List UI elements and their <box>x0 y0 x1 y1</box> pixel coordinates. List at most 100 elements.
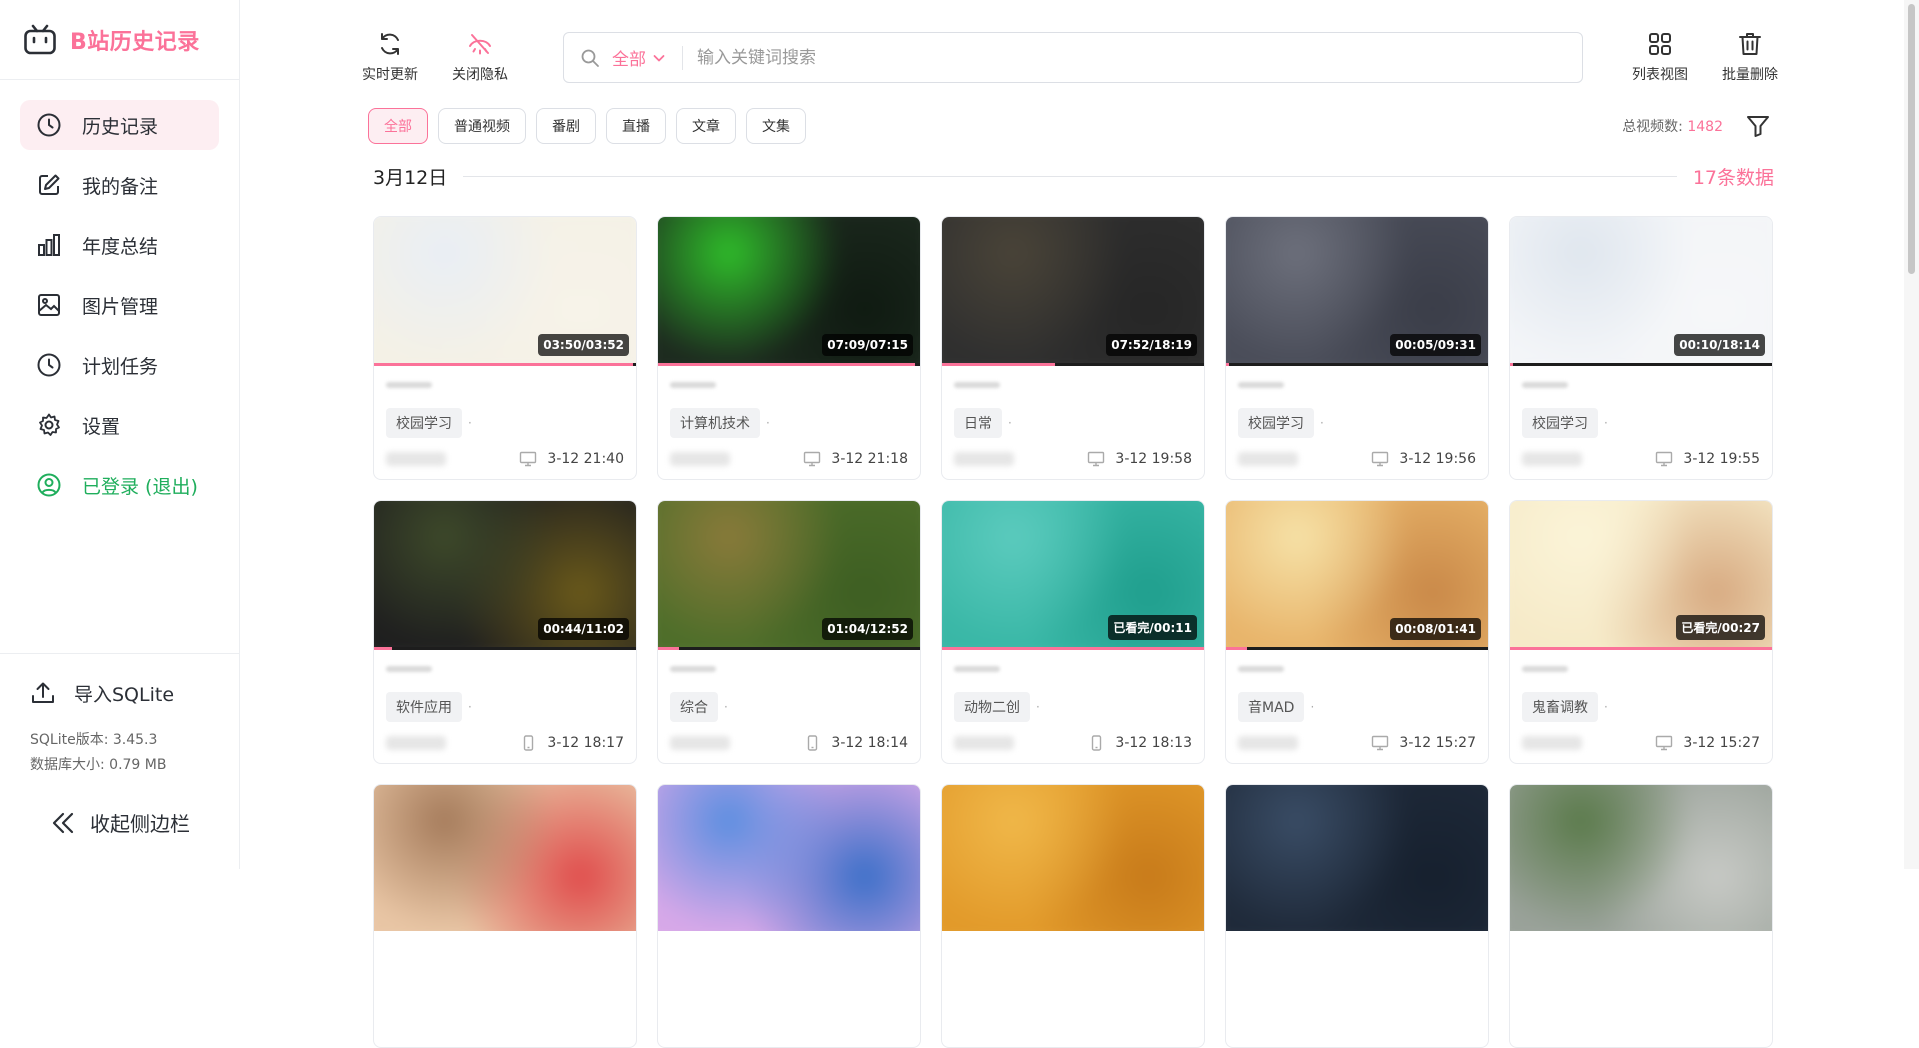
history-card[interactable] <box>657 784 921 1048</box>
sidebar-item-images[interactable]: 图片管理 <box>20 280 219 330</box>
history-card[interactable]: 已看完/00:27 鬼畜调教 · 3-12 15:27 <box>1509 500 1773 764</box>
video-thumbnail: 07:52/18:19 <box>942 217 1204 363</box>
scrollbar[interactable] <box>1904 0 1919 869</box>
video-thumbnail: 已看完/00:27 <box>1510 501 1772 647</box>
watch-progress-badge: 已看完/00:11 <box>1108 615 1197 640</box>
category-tag[interactable]: 鬼畜调教 <box>1522 692 1598 722</box>
category-tag[interactable]: 日常 <box>954 408 1002 438</box>
app-title: B站历史记录 <box>70 29 200 55</box>
video-thumbnail: 已看完/00:11 <box>942 501 1204 647</box>
realtime-update-label: 实时更新 <box>362 67 418 83</box>
edit-icon <box>39 174 60 195</box>
watch-time: 3-12 19:55 <box>1683 451 1760 467</box>
chip-bangumi[interactable]: 番剧 <box>536 108 596 144</box>
history-card[interactable] <box>373 784 637 1048</box>
category-tag[interactable]: 综合 <box>670 692 718 722</box>
total-label: 总视频数: <box>1622 119 1683 135</box>
watch-time: 3-12 15:27 <box>1683 735 1760 751</box>
history-card[interactable]: 01:04/12:52 综合 · 3-12 18:14 <box>657 500 921 764</box>
sidebar-item-logout[interactable]: 已登录 (退出) <box>20 460 219 510</box>
sidebar-item-notes[interactable]: 我的备注 <box>20 160 219 210</box>
video-thumbnail <box>1226 785 1488 931</box>
category-tag[interactable]: 校园学习 <box>1238 408 1314 438</box>
scrollbar-thumb[interactable] <box>1908 4 1915 274</box>
watch-progress-badge: 07:09/07:15 <box>822 334 913 356</box>
realtime-update-button[interactable]: 实时更新 <box>362 30 418 84</box>
history-card[interactable]: 03:50/03:52 校园学习 · 3-12 21:40 <box>373 216 637 480</box>
filter-icon[interactable] <box>1744 112 1772 140</box>
history-card[interactable]: 00:05/09:31 校园学习 · 3-12 19:56 <box>1225 216 1489 480</box>
chip-collection[interactable]: 文集 <box>746 108 806 144</box>
category-tag[interactable]: 音MAD <box>1238 692 1305 722</box>
chip-live[interactable]: 直播 <box>606 108 666 144</box>
search-input[interactable] <box>697 47 1497 68</box>
category-tag[interactable]: 软件应用 <box>386 692 462 722</box>
history-card[interactable]: 07:52/18:19 日常 · 3-12 19:58 <box>941 216 1205 480</box>
video-thumbnail: 00:05/09:31 <box>1226 217 1488 363</box>
video-thumbnail: 00:08/01:41 <box>1226 501 1488 647</box>
double-chevron-left-icon <box>52 812 74 833</box>
history-card[interactable]: 07:09/07:15 计算机技术 · 3-12 21:18 <box>657 216 921 480</box>
upload-icon <box>32 682 54 703</box>
history-card[interactable]: 00:10/18:14 校园学习 · 3-12 19:55 <box>1509 216 1773 480</box>
mobile-icon <box>524 735 534 751</box>
sidebar-item-settings[interactable]: 设置 <box>20 400 219 450</box>
history-card[interactable]: 00:44/11:02 软件应用 · 3-12 18:17 <box>373 500 637 764</box>
separator-dot: · <box>1036 700 1040 714</box>
db-size: 数据库大小: 0.79 MB <box>30 757 167 773</box>
toggle-privacy-label: 关闭隐私 <box>452 67 508 83</box>
history-card[interactable] <box>941 784 1205 1048</box>
import-sqlite-button[interactable]: 导入SQLite <box>30 678 240 708</box>
history-card[interactable] <box>1225 784 1489 1048</box>
blurred-author <box>386 452 446 466</box>
blurred-title <box>1522 382 1568 388</box>
chip-article[interactable]: 文章 <box>676 108 736 144</box>
separator-dot: · <box>724 700 728 714</box>
blurred-title <box>386 382 432 388</box>
sidebar-item-label: 我的备注 <box>82 175 159 198</box>
sqlite-version: SQLite版本: 3.45.3 <box>30 732 158 748</box>
mobile-icon <box>808 735 818 751</box>
watch-time: 3-12 18:13 <box>1115 735 1192 751</box>
history-card[interactable] <box>1509 784 1773 1048</box>
blurred-author <box>1238 736 1298 750</box>
category-tag[interactable]: 计算机技术 <box>670 408 760 438</box>
history-card[interactable]: 已看完/00:11 动物二创 · 3-12 18:13 <box>941 500 1205 764</box>
video-thumbnail: 00:10/18:14 <box>1510 217 1772 363</box>
date-record-count: 17条数据 <box>1692 166 1774 189</box>
separator-dot: · <box>1604 700 1608 714</box>
sidebar-item-tasks[interactable]: 计划任务 <box>20 340 219 390</box>
separator-dot: · <box>1604 416 1608 430</box>
collapse-sidebar-button[interactable]: 收起侧边栏 <box>50 808 190 837</box>
separator-dot: · <box>468 416 472 430</box>
list-view-button[interactable]: 列表视图 <box>1632 30 1688 84</box>
category-tag[interactable]: 校园学习 <box>1522 408 1598 438</box>
watch-progress-badge: 00:10/18:14 <box>1674 334 1765 356</box>
separator-dot: · <box>1008 416 1012 430</box>
batch-delete-label: 批量删除 <box>1722 67 1778 83</box>
gear-icon <box>39 413 60 436</box>
sidebar-item-history[interactable]: 历史记录 <box>20 100 219 150</box>
search-scope-value: 全部 <box>612 50 646 70</box>
blurred-author <box>954 452 1014 466</box>
video-thumbnail: 03:50/03:52 <box>374 217 636 363</box>
toggle-privacy-button[interactable]: 关闭隐私 <box>452 30 508 84</box>
separator-dot: · <box>766 416 770 430</box>
chip-video[interactable]: 普通视频 <box>438 108 526 144</box>
watch-progress-badge: 01:04/12:52 <box>822 618 913 640</box>
blurred-title <box>670 666 716 672</box>
category-tag[interactable]: 动物二创 <box>954 692 1030 722</box>
grid-view-icon <box>1649 33 1671 55</box>
watch-progress-badge: 00:44/11:02 <box>538 618 629 640</box>
chevron-down-icon <box>653 54 665 61</box>
category-tag[interactable]: 校园学习 <box>386 408 462 438</box>
search-bar: 全部 <box>563 32 1583 83</box>
brand-header: B站历史记录 <box>0 0 239 80</box>
batch-delete-button[interactable]: 批量删除 <box>1722 30 1778 84</box>
history-card[interactable]: 00:08/01:41 音MAD · 3-12 15:27 <box>1225 500 1489 764</box>
date-label: 3月12日 <box>373 166 448 189</box>
search-scope-dropdown[interactable]: 全部 <box>612 45 683 70</box>
sidebar-item-annual-summary[interactable]: 年度总结 <box>20 220 219 270</box>
chip-all[interactable]: 全部 <box>368 108 428 144</box>
desktop-icon <box>1372 735 1389 751</box>
